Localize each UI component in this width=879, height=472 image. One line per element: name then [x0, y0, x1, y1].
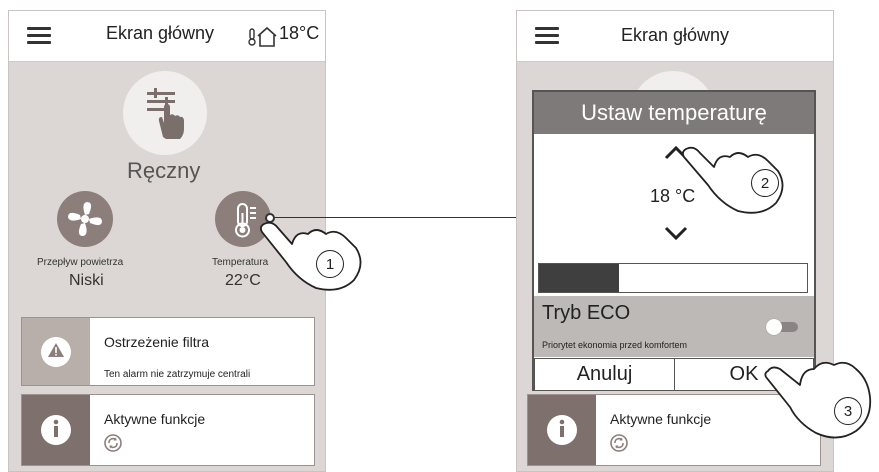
decrease-arrow-icon[interactable]	[664, 226, 688, 242]
functions-card-side	[22, 395, 90, 465]
active-functions-card[interactable]: Aktywne funkcje	[21, 394, 315, 466]
warning-icon	[41, 337, 71, 367]
filter-card-subtitle: Ten alarm nie zatrzymuje centrali	[104, 369, 251, 380]
eco-mode-panel: Tryb ECO Priorytet ekonomia przed komfor…	[534, 296, 814, 357]
page-title: Ekran główny	[621, 25, 730, 45]
info-icon	[547, 415, 577, 445]
mode-label: Ręczny	[127, 158, 201, 183]
airflow-value: Niski	[69, 272, 104, 289]
functions-card-side	[528, 395, 596, 465]
callout-1: 1	[316, 250, 344, 278]
level-bar-fill	[539, 264, 620, 292]
mode-icon-circle[interactable]	[123, 71, 207, 155]
sync-icon	[610, 434, 628, 452]
callout-3: 3	[834, 397, 862, 425]
cancel-button[interactable]: Anuluj	[534, 358, 675, 391]
left-top-bar: Ekran główny 18°C	[9, 11, 325, 62]
right-top-bar: Ekran główny	[517, 11, 833, 62]
filter-warning-card[interactable]: Ostrzeżenie filtra Ten alarm nie zatrzym…	[21, 317, 315, 386]
page-title: Ekran główny	[106, 23, 215, 43]
eco-subtitle: Priorytet ekonomia przed komfortem	[542, 340, 688, 350]
pointing-hand-3	[764, 361, 872, 439]
sync-icon	[104, 434, 122, 452]
house-temperature-icon	[248, 26, 277, 47]
eco-title: Tryb ECO	[542, 302, 631, 324]
fan-icon	[68, 202, 102, 236]
menu-icon[interactable]	[27, 27, 51, 45]
filter-card-title: Ostrzeżenie filtra	[104, 334, 210, 350]
airflow-label: Przepływ powietrza	[37, 257, 124, 268]
functions-card-title: Aktywne funkcje	[610, 411, 712, 427]
callout-2: 2	[751, 169, 779, 197]
menu-icon[interactable]	[535, 27, 559, 45]
eco-toggle-knob	[766, 319, 782, 335]
temperature-status: 18°C	[279, 23, 320, 43]
info-icon	[41, 415, 71, 445]
pointing-hand-2	[681, 146, 784, 214]
airflow-button[interactable]	[57, 191, 113, 247]
dialog-title: Ustaw temperaturę	[534, 92, 814, 134]
functions-card-title: Aktywne funkcje	[104, 411, 206, 427]
manual-mode-icon	[147, 88, 184, 139]
filter-card-side	[22, 318, 90, 385]
temperature-level-bar	[538, 263, 808, 293]
eco-toggle[interactable]	[766, 319, 798, 335]
set-temperature-dialog: Ustaw temperaturę 18 °C Tryb ECO Prioryt…	[532, 90, 816, 391]
